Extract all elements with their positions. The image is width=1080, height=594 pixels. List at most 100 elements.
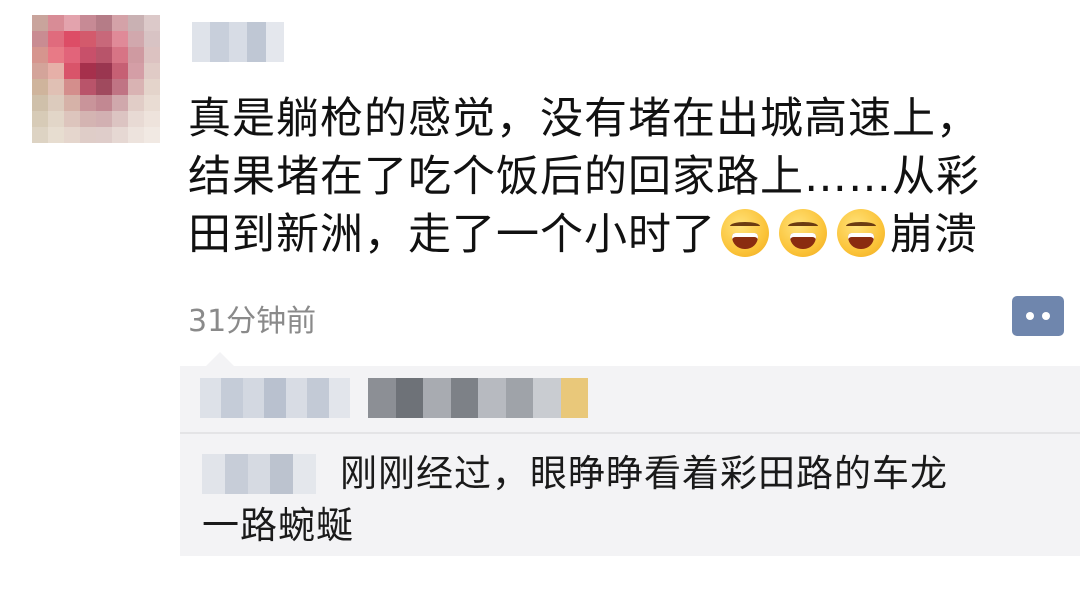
comment-text-line: 一路蜿蜒 [202,504,354,547]
avatar-pixel [96,127,112,143]
likes-row [180,366,1080,434]
mosaic-block [293,454,316,494]
post-text-line: 真是躺枪的感觉，没有堵在出城高速上， [188,94,980,144]
avatar-pixel [144,47,160,63]
avatar-pixel [80,127,96,143]
avatar-pixel [144,79,160,95]
avatar-pixel [128,15,144,31]
avatar-pixel [128,47,144,63]
avatar-pixel [96,79,112,95]
avatar-pixel [64,31,80,47]
laughing-crying-emoji-icon [779,209,827,257]
mosaic-block [202,454,225,494]
avatar-pixel [112,47,128,63]
avatar-pixel [32,111,48,127]
avatar-pixel [96,47,112,63]
mosaic-block [478,378,506,418]
mosaic-block [247,22,266,62]
mosaic-block [265,22,284,62]
avatar-pixel [144,127,160,143]
avatar-pixel [96,111,112,127]
avatar-pixel [112,111,128,127]
avatar-pixel [128,111,144,127]
avatar-pixel [48,63,64,79]
avatar-pixel [48,15,64,31]
avatar-pixel [128,63,144,79]
avatar-pixel [96,63,112,79]
avatar-pixel [64,111,80,127]
avatar-pixel [32,95,48,111]
mosaic-block [228,22,248,62]
avatar-pixel [80,31,96,47]
avatar-pixel [144,95,160,111]
mosaic-block [328,378,350,418]
avatar-pixel [32,79,48,95]
comment-button[interactable] [1012,296,1064,336]
laughing-crying-emoji-icon [721,209,769,257]
avatar-pixel [64,95,80,111]
avatar-pixel [96,15,112,31]
avatar-pixel [32,31,48,47]
post-text-line: 结果堵在了吃个饭后的回家路上……从彩 [188,152,980,202]
mosaic-block [221,378,243,418]
avatar-pixel [144,31,160,47]
laughing-crying-emoji-icon [837,209,885,257]
avatar-pixel [80,95,96,111]
comments-area: 刚刚经过，眼睁睁看着彩田路的车龙 一路蜿蜒 [180,352,1080,556]
avatar-pixel [144,111,160,127]
liker-names-blurred[interactable] [200,378,350,418]
avatar-pixel [48,31,64,47]
comment-bubble-icon [1026,312,1034,320]
mosaic-block [505,378,533,418]
mosaic-block [368,378,396,418]
avatar-pixel [128,31,144,47]
avatar-pixel [112,127,128,143]
post-timestamp: 31分钟前 [188,304,317,339]
avatar-pixel [80,15,96,31]
avatar-pixel [48,127,64,143]
avatar-pixel [80,79,96,95]
mosaic-block [264,378,286,418]
mosaic-block [395,378,423,418]
avatar-pixel [48,79,64,95]
mosaic-block [450,378,478,418]
post-text-line: 田到新洲，走了一个小时了 崩溃 [188,206,1058,264]
commenter-name-blurred[interactable] [202,454,316,494]
avatar-pixel [112,63,128,79]
mosaic-block [242,378,265,418]
avatar-pixel [32,63,48,79]
mosaic-block [285,378,308,418]
avatar-pixel [48,47,64,63]
avatar-pixel [64,15,80,31]
avatar-pixel [144,15,160,31]
avatar-pixel [96,31,112,47]
avatar-pixel [64,79,80,95]
post-text-segment: 田到新洲，走了一个小时了 [188,210,716,260]
avatar-pixel [80,47,96,63]
mosaic-block [533,378,561,418]
avatar-pixel [128,95,144,111]
avatar-pixel [128,79,144,95]
liker-names-blurred[interactable] [368,378,588,418]
avatar-pixel [112,31,128,47]
avatar-pixel [80,63,96,79]
mosaic-block [224,454,248,494]
avatar-pixel [112,15,128,31]
avatar-pixel [48,95,64,111]
mosaic-block [560,378,588,418]
comment-item[interactable]: 刚刚经过，眼睁睁看着彩田路的车龙 一路蜿蜒 [202,448,1062,552]
comment-text-line: 刚刚经过，眼睁睁看着彩田路的车龙 [340,452,948,495]
mosaic-block [307,378,329,418]
avatar-pixel [144,63,160,79]
poster-nickname-blurred[interactable] [192,22,284,62]
mosaic-block [270,454,294,494]
avatar-pixel [128,127,144,143]
avatar-pixel [112,79,128,95]
avatar-pixel [64,47,80,63]
avatar-pixel [112,95,128,111]
post-text: 真是躺枪的感觉，没有堵在出城高速上， 结果堵在了吃个饭后的回家路上……从彩 田到… [188,90,1058,264]
post-text-segment: 崩溃 [890,210,978,260]
comment-bubble-icon-dot [1042,312,1050,320]
avatar[interactable] [32,15,160,143]
comment-text: 刚刚经过，眼睁睁看着彩田路的车龙 一路蜿蜒 [202,448,1062,552]
